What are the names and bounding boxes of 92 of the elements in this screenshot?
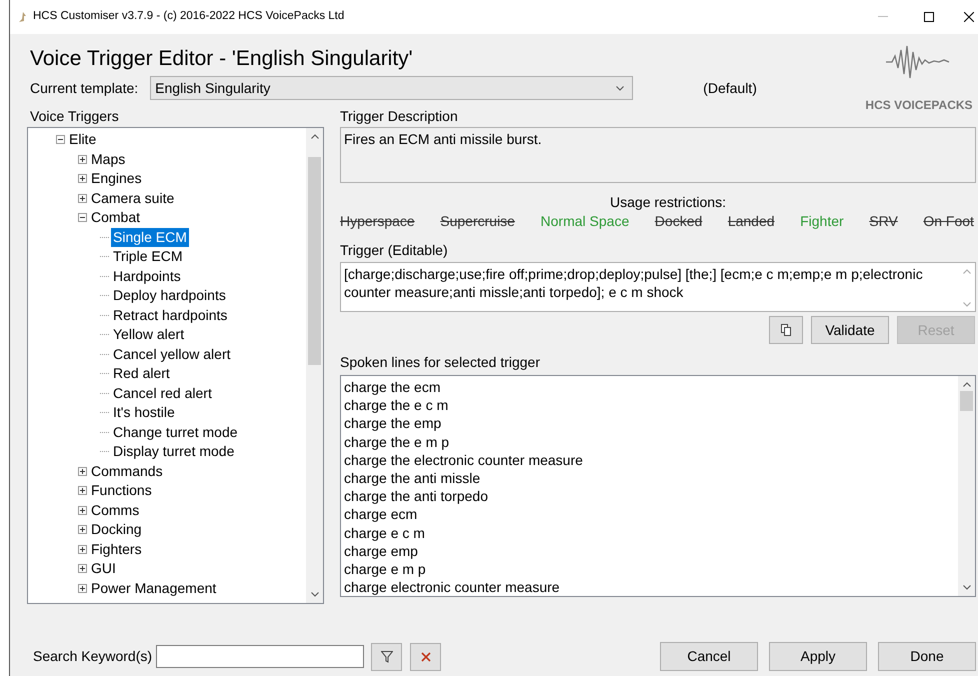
spoken-line[interactable]: charge the anti torpedo [344, 487, 958, 506]
tree-item[interactable]: Yellow alert [111, 325, 186, 344]
expand-icon[interactable] [78, 466, 87, 476]
expand-icon[interactable] [78, 564, 87, 574]
app-icon [18, 11, 28, 23]
section-label: Voice Triggers [30, 108, 120, 125]
usage-restriction: Normal Space [540, 212, 630, 230]
expand-icon[interactable] [78, 154, 87, 164]
expand-icon[interactable] [78, 544, 87, 554]
scroll-down-icon[interactable] [310, 592, 318, 597]
tree-item[interactable]: Cancel yellow alert [111, 344, 232, 364]
tree-item[interactable]: Functions [89, 481, 154, 500]
tree-item[interactable]: Camera suite [89, 188, 176, 208]
logo-text: HCS VOICEPACKS [865, 97, 973, 114]
tree-item[interactable]: Comms [89, 500, 142, 520]
spoken-line[interactable]: charge the electronic counter measure [344, 450, 958, 469]
usage-restriction: On Foot [923, 212, 974, 230]
tree-item[interactable]: It's hostile [111, 403, 177, 422]
expand-icon[interactable] [78, 525, 87, 534]
collapse-icon[interactable] [78, 213, 87, 222]
tree-item[interactable]: Commands [89, 462, 165, 481]
usage-restriction: Fighter [800, 212, 844, 230]
scrollbar[interactable] [306, 128, 323, 603]
maximize-icon[interactable] [924, 12, 934, 22]
dialog-button[interactable]: Done [878, 642, 976, 671]
spoken-line[interactable]: charge the e c m [344, 396, 958, 414]
filter-icon [380, 650, 393, 662]
tree-item[interactable]: GUI [89, 559, 118, 578]
spoken-line[interactable]: charge e m p [344, 560, 958, 578]
tree-item[interactable]: Combat [89, 208, 142, 228]
scroll-up-icon[interactable] [962, 382, 970, 387]
tree-item[interactable]: Change turret mode [111, 422, 240, 442]
tree-item[interactable]: Display turret mode [111, 442, 236, 462]
tree-item[interactable]: Elite [67, 130, 98, 150]
tree-item[interactable]: Engines [89, 169, 144, 188]
default-label: (Default) [703, 78, 757, 98]
chevron-icon [616, 86, 624, 90]
tree-item[interactable]: Single ECM [111, 228, 189, 247]
template-label: Current template: [30, 78, 138, 98]
close-icon[interactable] [964, 12, 974, 22]
scrollbar[interactable] [958, 376, 975, 596]
dialog-button[interactable]: Cancel [660, 642, 758, 671]
usage-restriction: Supercruise [440, 212, 515, 230]
dialog-button[interactable]: Apply [769, 642, 867, 671]
editor-heading: Voice Trigger Editor - 'English Singularity' [30, 46, 414, 72]
spoken-line[interactable]: charge electronic counter measure [344, 578, 958, 596]
scroll-thumb[interactable] [308, 157, 321, 365]
tree-item[interactable]: Fighters [89, 540, 144, 559]
collapse-icon[interactable] [56, 135, 65, 144]
expand-icon[interactable] [78, 506, 87, 515]
expand-icon[interactable] [78, 194, 87, 203]
spoken-line[interactable]: charge the emp [344, 414, 958, 433]
search-label: Search Keyword(s) [33, 647, 152, 666]
template-dropdown[interactable]: English Singularity [150, 76, 634, 100]
usage-restriction: Hyperspace [340, 212, 415, 230]
spoken-line[interactable]: charge ecm [344, 505, 958, 524]
tree-item[interactable]: Red alert [111, 364, 172, 384]
trigger-button[interactable]: Validate [811, 316, 889, 344]
section-label: Trigger Description [340, 108, 459, 125]
tree-item[interactable]: Triple ECM [111, 247, 184, 266]
spoken-line[interactable]: charge the e m p [344, 432, 958, 451]
scroll-down-icon[interactable] [962, 585, 970, 590]
spoken-line[interactable]: charge the ecm [344, 378, 958, 396]
window-title: HCS Customiser v3.7.9 - (c) 2016-2022 HCS VoicePacks Ltd [33, 9, 344, 24]
close-icon [420, 652, 431, 662]
tree-item[interactable]: Cancel red alert [111, 384, 214, 403]
clear-button[interactable] [410, 642, 442, 670]
description-field[interactable]: Fires an ECM anti missile burst. [340, 127, 976, 183]
spoken-line[interactable]: charge the anti missle [344, 468, 958, 488]
search-field[interactable] [156, 645, 364, 668]
usage-label: Usage restrictions: [609, 194, 727, 211]
spoken-line[interactable]: charge emp [344, 542, 958, 560]
tree-item[interactable]: Docking [89, 520, 144, 540]
expand-icon[interactable] [78, 584, 87, 593]
copy-icon [780, 324, 792, 336]
section-label: Trigger (Editable) [340, 242, 449, 259]
tree-item[interactable]: Hardpoints [111, 266, 183, 286]
section-label: Spoken lines for selected trigger [340, 354, 541, 371]
expand-icon[interactable] [78, 174, 87, 184]
tree-item[interactable]: Power Management [89, 578, 218, 598]
filter-button[interactable] [371, 642, 402, 670]
scroll-up-icon[interactable] [310, 134, 318, 139]
scroll-thumb[interactable] [960, 391, 973, 411]
tree-item[interactable]: Deploy hardpoints [111, 286, 228, 306]
copy-button[interactable] [769, 316, 803, 344]
usage-restriction: SRV [869, 212, 898, 230]
usage-restriction: Landed [728, 212, 775, 230]
usage-restriction: Docked [654, 212, 702, 230]
spoken-line[interactable]: charge e c m [344, 524, 958, 542]
tree-item[interactable]: Retract hardpoints [111, 306, 230, 325]
tree-item[interactable]: Maps [89, 150, 128, 169]
expand-icon[interactable] [78, 486, 87, 496]
